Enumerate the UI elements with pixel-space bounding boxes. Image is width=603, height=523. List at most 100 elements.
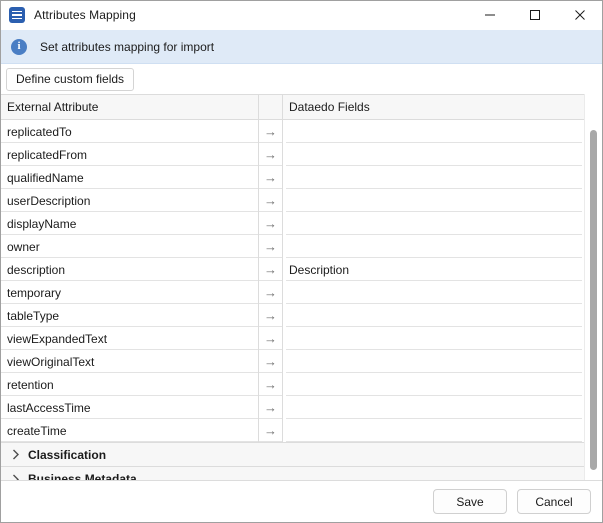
table-row[interactable]: qualifiedName →	[1, 166, 586, 189]
table-row[interactable]: replicatedTo →	[1, 120, 586, 143]
table-row[interactable]: viewExpandedText →	[1, 327, 586, 350]
cell-external-attribute: createTime	[1, 419, 259, 442]
column-header-arrow[interactable]	[259, 95, 283, 119]
attributes-grid-container: External Attribute Dataedo Fields replic…	[1, 94, 602, 480]
cancel-button[interactable]: Cancel	[517, 489, 591, 514]
arrow-right-icon: →	[264, 194, 277, 207]
arrow-right-icon: →	[264, 332, 277, 345]
arrow-right-icon: →	[264, 148, 277, 161]
cell-external-attribute: replicatedTo	[1, 120, 259, 143]
cell-dataedo-field[interactable]: Description	[283, 258, 585, 281]
arrow-right-icon: →	[264, 240, 277, 253]
cell-dataedo-field[interactable]	[283, 396, 585, 419]
map-arrow-icon[interactable]: →	[259, 396, 283, 419]
map-arrow-icon[interactable]: →	[259, 373, 283, 396]
grid-body: replicatedTo→replicatedFrom→qualifiedNam…	[1, 120, 586, 442]
cell-dataedo-field[interactable]	[283, 189, 585, 212]
info-banner: i Set attributes mapping for import	[1, 30, 602, 64]
cell-dataedo-field[interactable]	[283, 281, 585, 304]
arrow-right-icon: →	[264, 378, 277, 391]
cell-dataedo-field[interactable]	[283, 327, 585, 350]
table-row[interactable]: description → Description	[1, 258, 586, 281]
cell-dataedo-field[interactable]	[283, 235, 585, 258]
map-arrow-icon[interactable]: →	[259, 143, 283, 166]
dialog-footer: Save Cancel	[1, 480, 602, 522]
map-arrow-icon[interactable]: →	[259, 419, 283, 442]
cell-external-attribute: userDescription	[1, 189, 259, 212]
table-row[interactable]: viewOriginalText →	[1, 350, 586, 373]
cell-external-attribute: tableType	[1, 304, 259, 327]
cell-external-attribute: viewExpandedText	[1, 327, 259, 350]
info-banner-message: Set attributes mapping for import	[40, 40, 214, 54]
arrow-right-icon: →	[264, 171, 277, 184]
table-row[interactable]: replicatedFrom →	[1, 143, 586, 166]
list-document-icon	[9, 7, 25, 23]
arrow-right-icon: →	[264, 401, 277, 414]
cell-external-attribute: owner	[1, 235, 259, 258]
group-label: Business Metadata	[28, 472, 137, 480]
cell-external-attribute: displayName	[1, 212, 259, 235]
map-arrow-icon[interactable]: →	[259, 189, 283, 212]
arrow-right-icon: →	[264, 263, 277, 276]
map-arrow-icon[interactable]: →	[259, 120, 283, 143]
vertical-scrollbar[interactable]	[584, 94, 602, 480]
toolbar: Define custom fields	[1, 64, 602, 94]
column-header-external-attribute[interactable]: External Attribute	[1, 95, 259, 119]
minimize-icon[interactable]	[467, 1, 512, 29]
cell-external-attribute: replicatedFrom	[1, 143, 259, 166]
table-row[interactable]: lastAccessTime →	[1, 396, 586, 419]
arrow-right-icon: →	[264, 309, 277, 322]
arrow-right-icon: →	[264, 217, 277, 230]
map-arrow-icon[interactable]: →	[259, 327, 283, 350]
cell-dataedo-field[interactable]	[283, 304, 585, 327]
cell-external-attribute: lastAccessTime	[1, 396, 259, 419]
cell-external-attribute: description	[1, 258, 259, 281]
chevron-right-icon[interactable]	[6, 474, 26, 481]
column-header-dataedo-fields[interactable]: Dataedo Fields	[283, 95, 585, 119]
table-row[interactable]: temporary→	[1, 281, 586, 304]
attributes-mapping-dialog: Attributes Mapping i Set attributes mapp…	[0, 0, 603, 523]
close-icon[interactable]	[557, 1, 602, 29]
arrow-right-icon: →	[264, 125, 277, 138]
cell-dataedo-field[interactable]	[283, 212, 585, 235]
scrollbar-thumb[interactable]	[590, 130, 597, 470]
map-arrow-icon[interactable]: →	[259, 235, 283, 258]
map-arrow-icon[interactable]: →	[259, 304, 283, 327]
table-row[interactable]: userDescription →	[1, 189, 586, 212]
cell-dataedo-field[interactable]	[283, 143, 585, 166]
grid-groups: Classification Business Metadata	[1, 442, 586, 480]
arrow-right-icon: →	[264, 355, 277, 368]
cell-dataedo-field[interactable]	[283, 419, 585, 442]
info-circle-icon: i	[11, 39, 27, 55]
arrow-right-icon: →	[264, 424, 277, 437]
maximize-icon[interactable]	[512, 1, 557, 29]
table-row[interactable]: owner →	[1, 235, 586, 258]
map-arrow-icon[interactable]: →	[259, 258, 283, 281]
table-row[interactable]: tableType →	[1, 304, 586, 327]
cell-external-attribute: temporary	[1, 281, 259, 304]
table-row[interactable]: createTime →	[1, 419, 586, 442]
chevron-right-icon[interactable]	[6, 449, 26, 460]
cell-external-attribute: viewOriginalText	[1, 350, 259, 373]
group-row-classification[interactable]: Classification	[1, 442, 586, 467]
title-bar: Attributes Mapping	[1, 1, 602, 30]
table-row[interactable]: displayName →	[1, 212, 586, 235]
define-custom-fields-button[interactable]: Define custom fields	[6, 68, 134, 91]
cell-dataedo-field[interactable]	[283, 373, 585, 396]
window-title: Attributes Mapping	[34, 8, 136, 22]
table-row[interactable]: retention →	[1, 373, 586, 396]
cell-dataedo-field[interactable]	[283, 120, 585, 143]
grid-header-row: External Attribute Dataedo Fields	[1, 95, 586, 120]
map-arrow-icon[interactable]: →	[259, 281, 283, 304]
cell-dataedo-field[interactable]	[283, 166, 585, 189]
cell-external-attribute: qualifiedName	[1, 166, 259, 189]
save-button[interactable]: Save	[433, 489, 507, 514]
map-arrow-icon[interactable]: →	[259, 166, 283, 189]
group-label: Classification	[28, 448, 106, 462]
map-arrow-icon[interactable]: →	[259, 212, 283, 235]
group-row-business-metadata[interactable]: Business Metadata	[1, 467, 586, 480]
map-arrow-icon[interactable]: →	[259, 350, 283, 373]
window-controls	[467, 1, 602, 29]
cell-dataedo-field[interactable]	[283, 350, 585, 373]
cell-external-attribute: retention	[1, 373, 259, 396]
